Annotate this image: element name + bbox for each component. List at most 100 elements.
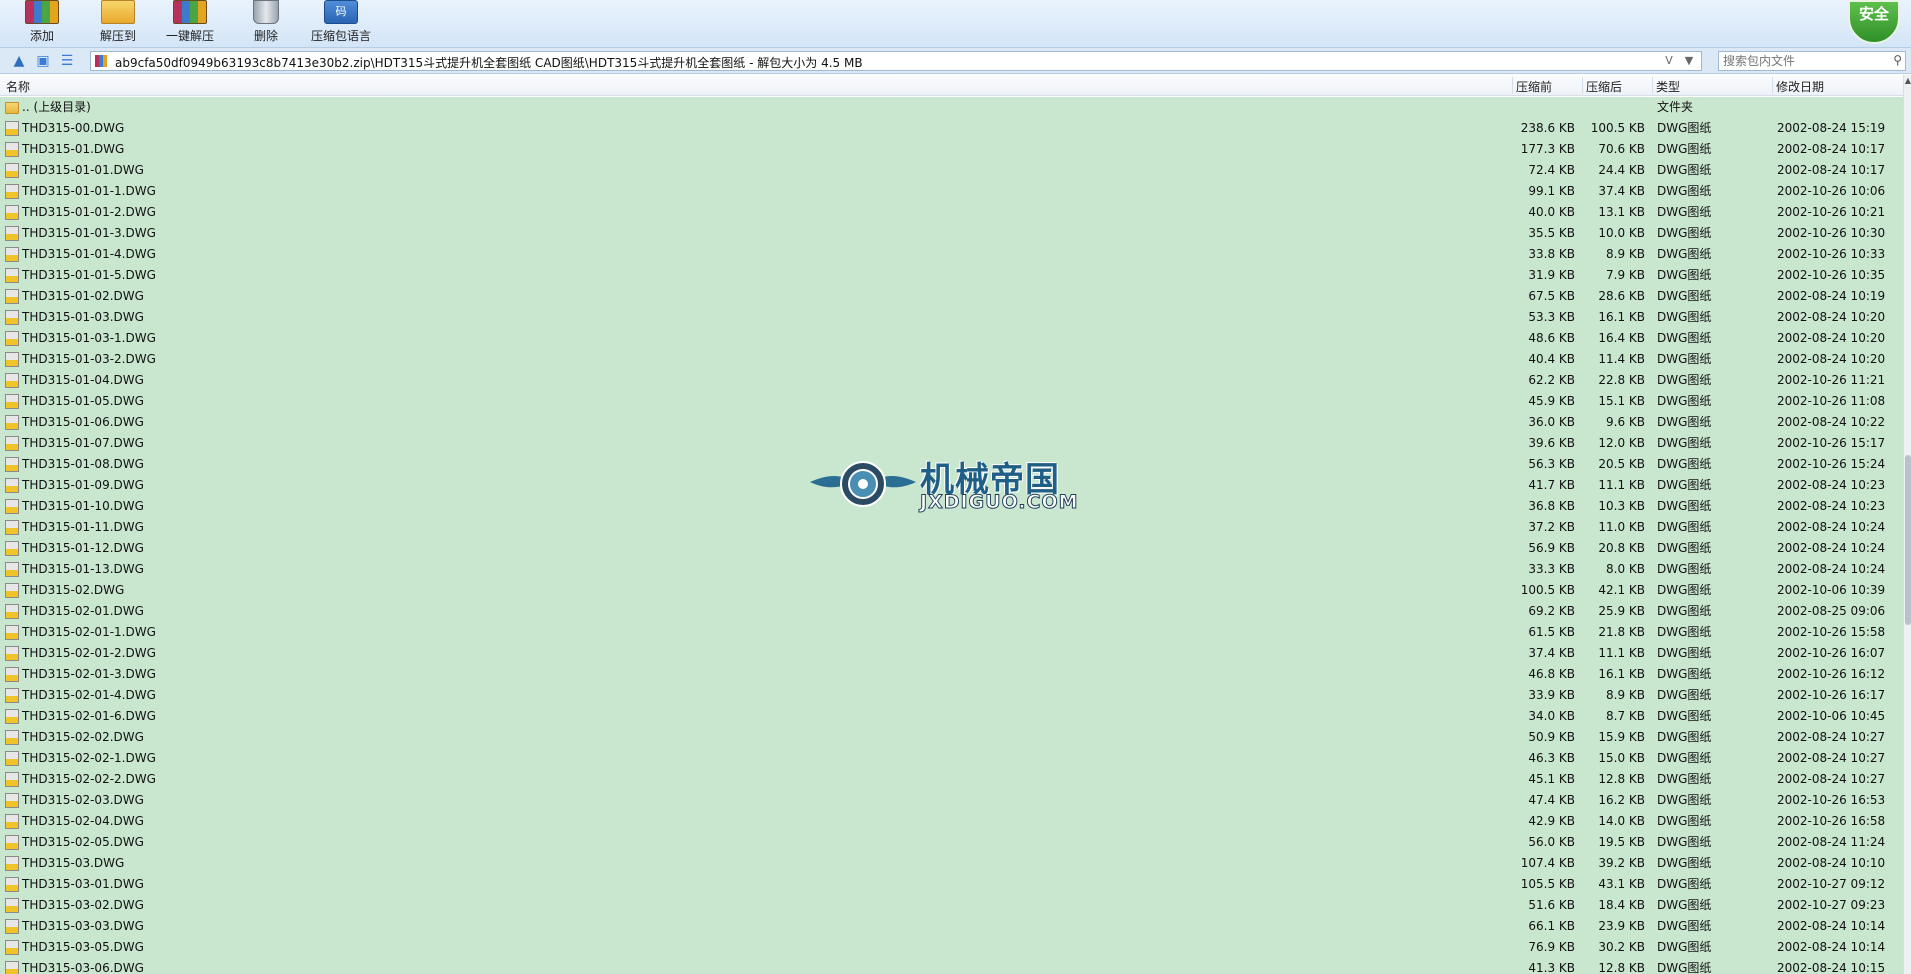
file-row[interactable]: THD315-02-01.DWG 69.2 KB 25.9 KB DWG图纸 2002-… [0, 601, 1903, 622]
file-row[interactable]: THD315-03-06.DWG 41.3 KB 12.8 KB DWG图纸 2002-… [0, 958, 1903, 974]
archive-language-button[interactable]: 码 压缩包语言 [308, 0, 374, 46]
dwg-file-icon [5, 814, 19, 829]
search-box[interactable]: ⚲ [1718, 51, 1906, 71]
file-row[interactable]: THD315-01-09.DWG 41.7 KB 11.1 KB DWG图纸 2002-… [0, 475, 1903, 496]
file-modified-date: 2002-08-24 10:15 [1777, 961, 1886, 974]
file-packed-size: 12.8 KB [1598, 772, 1645, 786]
file-row[interactable]: THD315-01-05.DWG 45.9 KB 15.1 KB DWG图纸 2002-… [0, 391, 1903, 412]
file-modified-date: 2002-08-24 10:20 [1777, 331, 1886, 345]
file-row[interactable]: THD315-02-01-1.DWG 61.5 KB 21.8 KB DWG图纸 200… [0, 622, 1903, 643]
path-dropdown-chevron-icon[interactable]: ▼ [1679, 52, 1699, 70]
file-row[interactable]: THD315-02-02.DWG 50.9 KB 15.9 KB DWG图纸 2002-… [0, 727, 1903, 748]
file-type: DWG图纸 [1657, 436, 1712, 450]
column-divider[interactable] [1582, 77, 1583, 94]
path-field[interactable]: ab9cfa50df0949b63193c8b7413e30b2.zip\HDT… [90, 51, 1702, 71]
search-icon[interactable]: ⚲ [1893, 53, 1902, 67]
column-header-name[interactable]: 名称 [6, 78, 30, 95]
parent-directory-row[interactable]: .. (上级目录) 文件夹 [0, 97, 1903, 118]
file-row[interactable]: THD315-03-03.DWG 66.1 KB 23.9 KB DWG图纸 2002-… [0, 916, 1903, 937]
file-row[interactable]: THD315-01-07.DWG 39.6 KB 12.0 KB DWG图纸 2002-… [0, 433, 1903, 454]
up-folder-icon[interactable]: ▲ [10, 52, 28, 70]
file-row[interactable]: THD315-02-03.DWG 47.4 KB 16.2 KB DWG图纸 2002-… [0, 790, 1903, 811]
scrollbar-thumb[interactable] [1905, 455, 1911, 625]
file-packed-size: 12.0 KB [1598, 436, 1645, 450]
scroll-up-arrow-icon[interactable]: ▲ [1904, 75, 1911, 87]
file-name: THD315-03-06.DWG [22, 961, 144, 974]
thumbnail-view-icon[interactable]: ▣ [34, 52, 52, 70]
file-type: DWG图纸 [1657, 940, 1712, 954]
file-row[interactable]: THD315-01-01-3.DWG 35.5 KB 10.0 KB DWG图纸 200… [0, 223, 1903, 244]
file-row[interactable]: THD315-01-01-2.DWG 40.0 KB 13.1 KB DWG图纸 200… [0, 202, 1903, 223]
file-row[interactable]: THD315-01-06.DWG 36.0 KB 9.6 KB DWG图纸 2002-0… [0, 412, 1903, 433]
file-row[interactable]: THD315-02-01-4.DWG 33.9 KB 8.9 KB DWG图纸 2002… [0, 685, 1903, 706]
file-row[interactable]: THD315-03-02.DWG 51.6 KB 18.4 KB DWG图纸 2002-… [0, 895, 1903, 916]
file-row[interactable]: THD315-01-08.DWG 56.3 KB 20.5 KB DWG图纸 2002-… [0, 454, 1903, 475]
file-row[interactable]: THD315-01-03.DWG 53.3 KB 16.1 KB DWG图纸 2002-… [0, 307, 1903, 328]
delete-icon [253, 0, 279, 24]
file-name: THD315-01-01-5.DWG [22, 268, 156, 282]
file-size: 36.0 KB [1528, 415, 1575, 429]
file-row[interactable]: THD315-02-01-2.DWG 37.4 KB 11.1 KB DWG图纸 200… [0, 643, 1903, 664]
file-row[interactable]: THD315-01-01-5.DWG 31.9 KB 7.9 KB DWG图纸 2002… [0, 265, 1903, 286]
file-row[interactable]: THD315-02-04.DWG 42.9 KB 14.0 KB DWG图纸 2002-… [0, 811, 1903, 832]
file-row[interactable]: THD315-01-02.DWG 67.5 KB 28.6 KB DWG图纸 2002-… [0, 286, 1903, 307]
file-row[interactable]: THD315-02-01-6.DWG 34.0 KB 8.7 KB DWG图纸 2002… [0, 706, 1903, 727]
file-row[interactable]: THD315-02-01-3.DWG 46.8 KB 16.1 KB DWG图纸 200… [0, 664, 1903, 685]
file-row[interactable]: THD315-01-13.DWG 33.3 KB 8.0 KB DWG图纸 2002-0… [0, 559, 1903, 580]
file-packed-size: 16.2 KB [1598, 793, 1645, 807]
file-size: 45.9 KB [1528, 394, 1575, 408]
file-row[interactable]: THD315-01-12.DWG 56.9 KB 20.8 KB DWG图纸 2002-… [0, 538, 1903, 559]
file-name: THD315-01-02.DWG [22, 289, 144, 303]
file-row[interactable]: THD315-01-11.DWG 37.2 KB 11.0 KB DWG图纸 2002-… [0, 517, 1903, 538]
file-size: 177.3 KB [1520, 142, 1575, 156]
extract-to-button[interactable]: 解压到 [92, 0, 144, 46]
file-row[interactable]: THD315-02-05.DWG 56.0 KB 19.5 KB DWG图纸 2002-… [0, 832, 1903, 853]
file-packed-size: 12.8 KB [1598, 961, 1645, 974]
search-input[interactable] [1723, 53, 1883, 69]
list-view-icon[interactable]: ☰ [58, 52, 76, 70]
file-row[interactable]: THD315-01-10.DWG 36.8 KB 10.3 KB DWG图纸 2002-… [0, 496, 1903, 517]
column-divider[interactable] [1512, 77, 1513, 94]
file-row[interactable]: THD315-01-03-2.DWG 40.4 KB 11.4 KB DWG图纸 200… [0, 349, 1903, 370]
dwg-file-icon [5, 877, 19, 892]
delete-button[interactable]: 删除 [244, 0, 288, 46]
file-row[interactable]: THD315-03.DWG 107.4 KB 39.2 KB DWG图纸 2002-08… [0, 853, 1903, 874]
column-divider[interactable] [1652, 77, 1653, 94]
column-header-date[interactable]: 修改日期 [1776, 78, 1824, 95]
path-history-chevron-icon[interactable]: V [1659, 52, 1679, 70]
file-row[interactable]: THD315-02.DWG 100.5 KB 42.1 KB DWG图纸 2002-10… [0, 580, 1903, 601]
file-name: THD315-02-01.DWG [22, 604, 144, 618]
file-row[interactable]: THD315-01.DWG 177.3 KB 70.6 KB DWG图纸 2002-08… [0, 139, 1903, 160]
file-size: 33.9 KB [1528, 688, 1575, 702]
security-shield-icon[interactable]: 安全 [1848, 0, 1900, 44]
one-click-extract-button[interactable]: 一键解压 [162, 0, 218, 46]
file-size: 107.4 KB [1520, 856, 1575, 870]
file-row[interactable]: THD315-01-03-1.DWG 48.6 KB 16.4 KB DWG图纸 200… [0, 328, 1903, 349]
extract-to-button-label: 解压到 [99, 29, 136, 43]
column-divider[interactable] [1772, 77, 1773, 94]
file-row[interactable]: THD315-01-01.DWG 72.4 KB 24.4 KB DWG图纸 2002-… [0, 160, 1903, 181]
file-row[interactable]: THD315-02-02-1.DWG 46.3 KB 15.0 KB DWG图纸 200… [0, 748, 1903, 769]
file-type: DWG图纸 [1657, 709, 1712, 723]
file-packed-size: 8.9 KB [1606, 688, 1645, 702]
file-row[interactable]: THD315-02-02-2.DWG 45.1 KB 12.8 KB DWG图纸 200… [0, 769, 1903, 790]
file-modified-date: 2002-10-26 10:21 [1777, 205, 1886, 219]
file-row[interactable]: THD315-03-05.DWG 76.9 KB 30.2 KB DWG图纸 2002-… [0, 937, 1903, 958]
file-packed-size: 22.8 KB [1598, 373, 1645, 387]
vertical-scrollbar[interactable]: ▲ [1903, 75, 1911, 974]
file-type: DWG图纸 [1657, 751, 1712, 765]
file-packed-size: 9.6 KB [1606, 415, 1645, 429]
file-modified-date: 2002-10-26 15:58 [1777, 625, 1886, 639]
file-size: 56.9 KB [1528, 541, 1575, 555]
column-header-type[interactable]: 类型 [1656, 78, 1680, 95]
file-row[interactable]: THD315-01-01-4.DWG 33.8 KB 8.9 KB DWG图纸 2002… [0, 244, 1903, 265]
file-row[interactable]: THD315-03-01.DWG 105.5 KB 43.1 KB DWG图纸 2002… [0, 874, 1903, 895]
column-header-packed[interactable]: 压缩后 [1586, 78, 1622, 95]
file-row[interactable]: THD315-01-04.DWG 62.2 KB 22.8 KB DWG图纸 2002-… [0, 370, 1903, 391]
column-header-size[interactable]: 压缩前 [1516, 78, 1552, 95]
add-button[interactable]: 添加 [18, 0, 66, 46]
file-size: 105.5 KB [1520, 877, 1575, 891]
file-modified-date: 2002-08-24 10:24 [1777, 562, 1886, 576]
file-row[interactable]: THD315-01-01-1.DWG 99.1 KB 37.4 KB DWG图纸 200… [0, 181, 1903, 202]
file-row[interactable]: THD315-00.DWG 238.6 KB 100.5 KB DWG图纸 2002-0… [0, 118, 1903, 139]
